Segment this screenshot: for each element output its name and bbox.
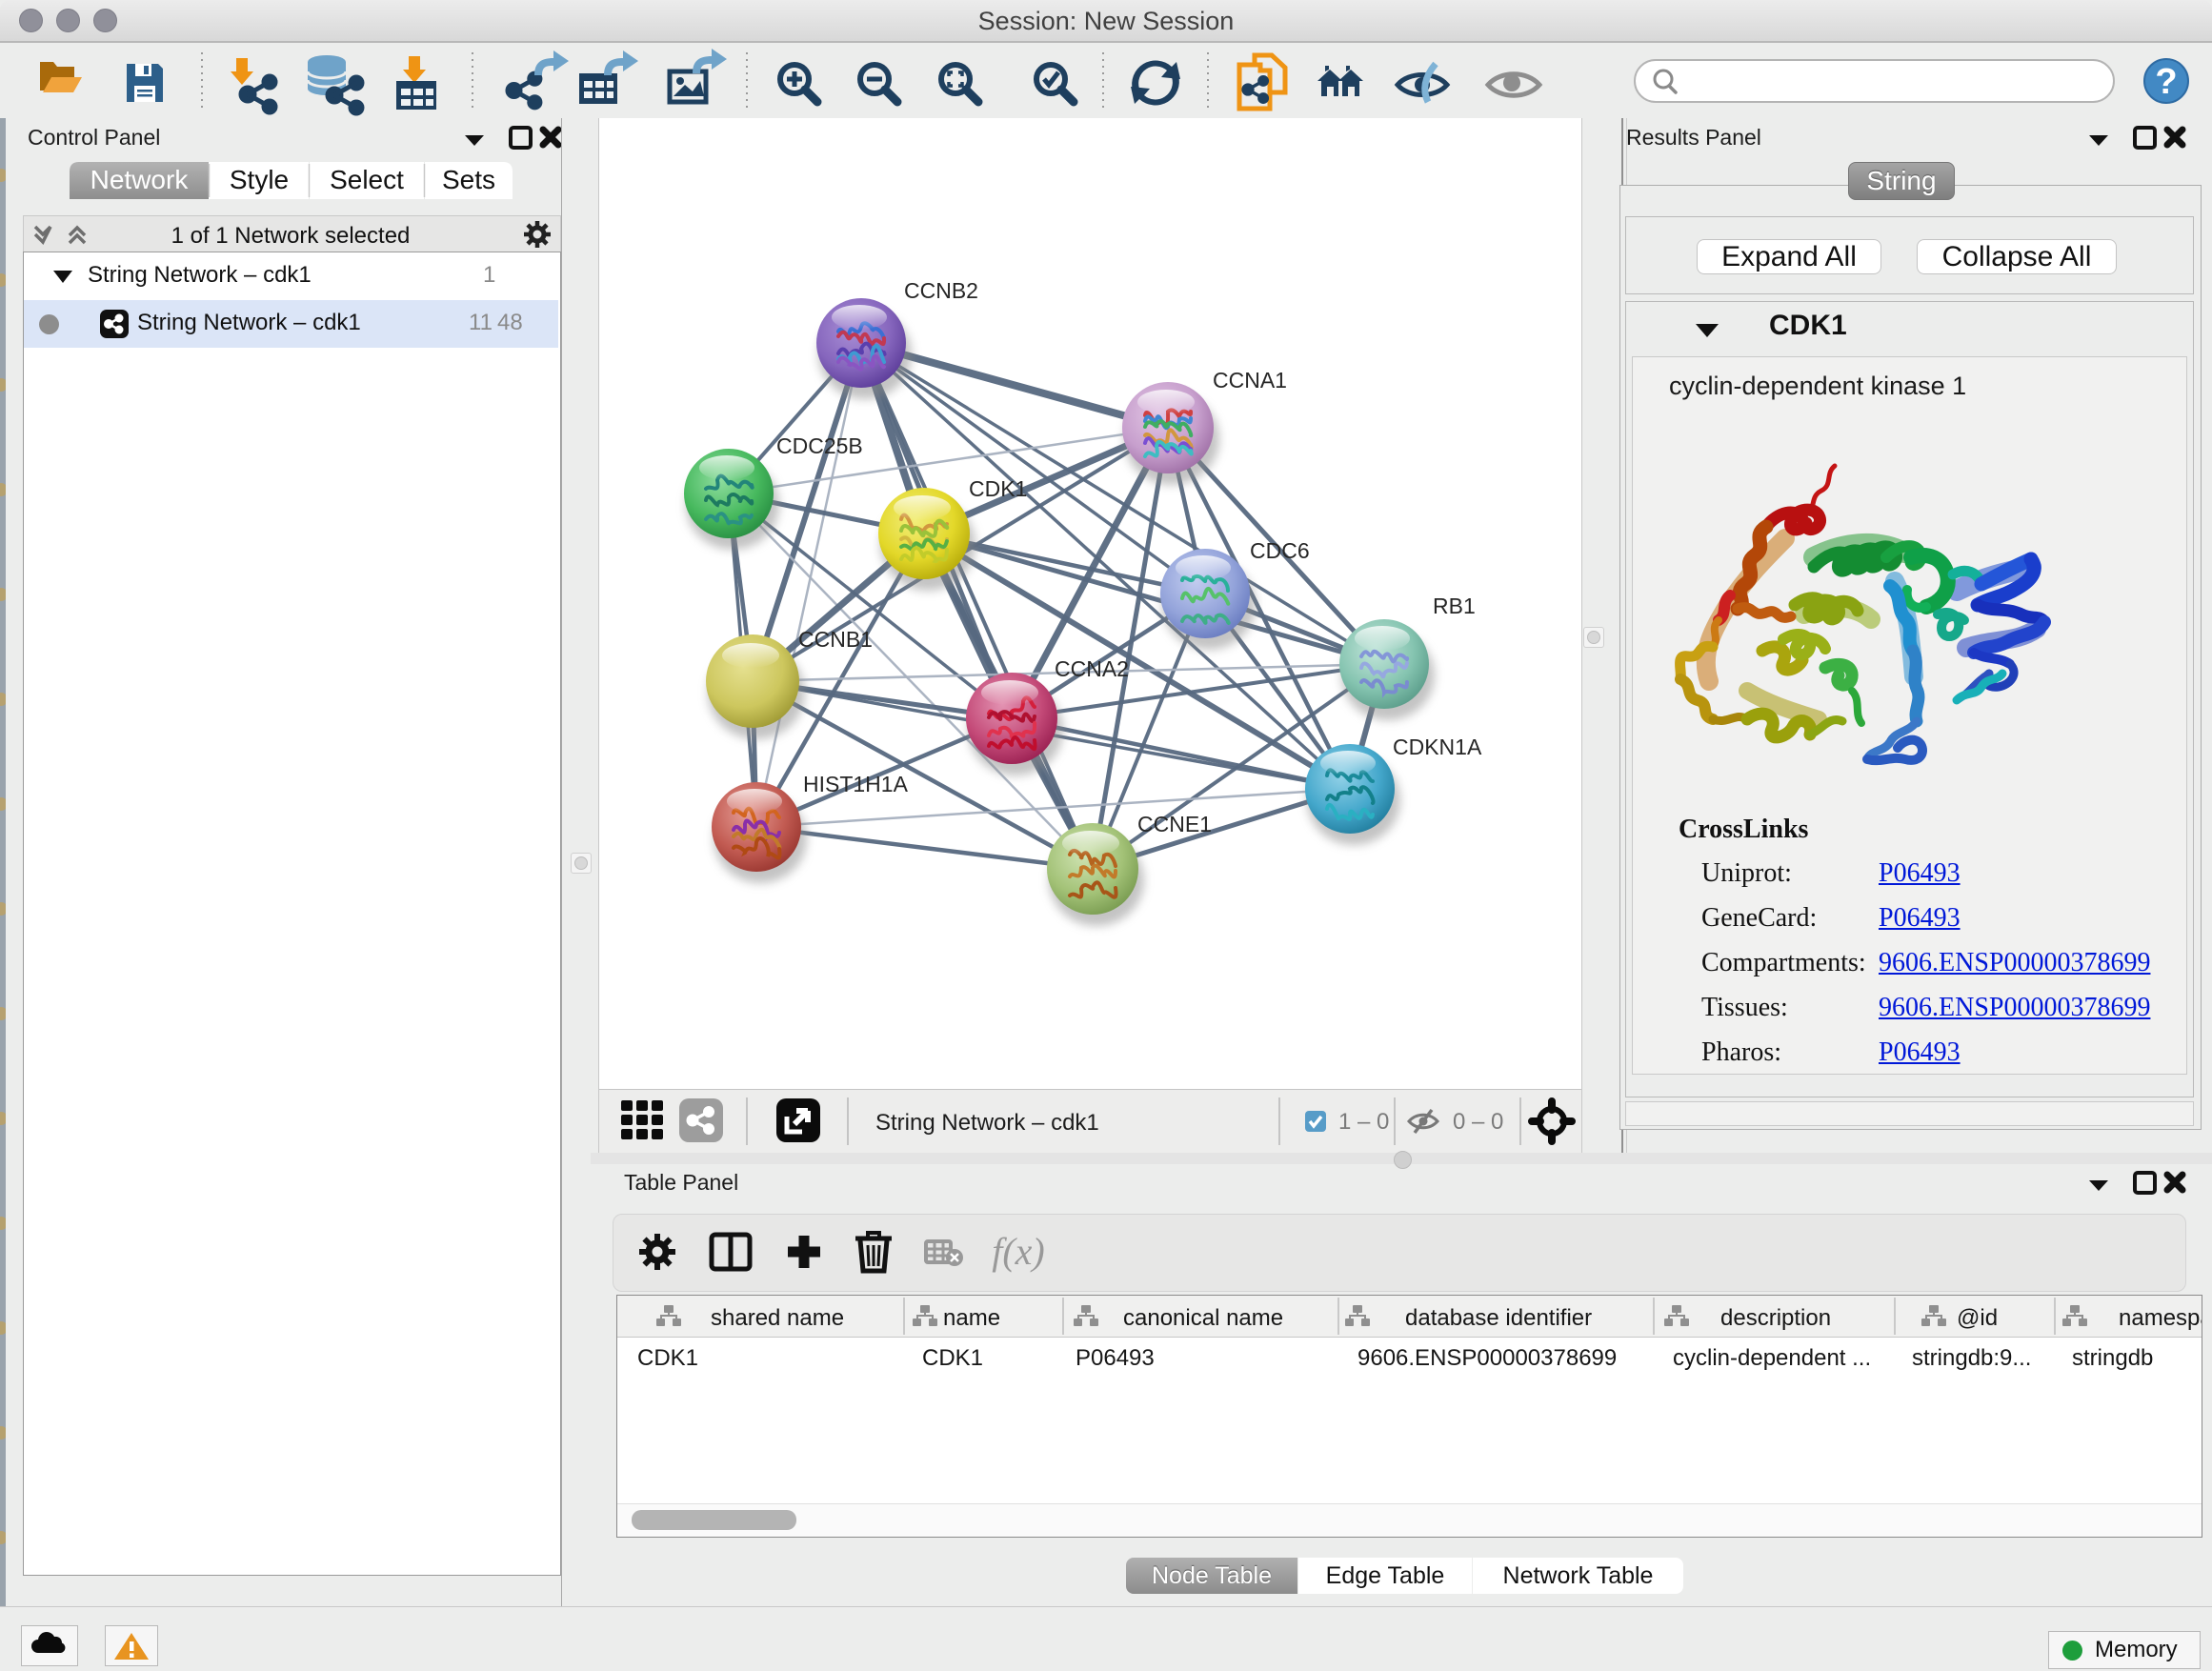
svg-text:@id: @id — [1957, 1305, 1998, 1331]
svg-text:String Network – cdk1: String Network – cdk1 — [875, 1110, 1099, 1136]
svg-text:canonical name: canonical name — [1123, 1305, 1283, 1331]
svg-text:?: ? — [2155, 62, 2177, 102]
svg-text:description: description — [1720, 1305, 1831, 1331]
svg-text:database identifier: database identifier — [1405, 1305, 1592, 1331]
svg-text:CCNA1: CCNA1 — [1213, 368, 1287, 393]
svg-text:shared name: shared name — [711, 1305, 844, 1331]
svg-text:CDKN1A: CDKN1A — [1393, 735, 1482, 759]
svg-text:RB1: RB1 — [1433, 594, 1476, 618]
svg-text:0 – 0: 0 – 0 — [1453, 1109, 1503, 1135]
svg-text:CCNB2: CCNB2 — [904, 278, 978, 303]
svg-text:Network: Network — [90, 165, 190, 194]
svg-text:1 – 0: 1 – 0 — [1338, 1109, 1389, 1135]
svg-text:namespac: namespac — [2119, 1305, 2202, 1331]
svg-text:CDC6: CDC6 — [1250, 538, 1310, 563]
svg-text:HIST1H1A: HIST1H1A — [803, 772, 909, 796]
svg-text:Select: Select — [330, 165, 404, 194]
svg-text:1 of 1 Network selected: 1 of 1 Network selected — [171, 223, 411, 249]
svg-text:f(x): f(x) — [992, 1230, 1045, 1273]
svg-text:Sets: Sets — [442, 165, 495, 194]
svg-text:CCNE1: CCNE1 — [1137, 812, 1212, 836]
svg-text:CDK1: CDK1 — [969, 476, 1027, 501]
svg-text:Style: Style — [230, 165, 289, 194]
svg-text:CCNB1: CCNB1 — [798, 627, 873, 652]
svg-text:name: name — [943, 1305, 1000, 1331]
svg-text:CCNA2: CCNA2 — [1055, 656, 1129, 681]
svg-text:CDC25B: CDC25B — [776, 433, 863, 458]
